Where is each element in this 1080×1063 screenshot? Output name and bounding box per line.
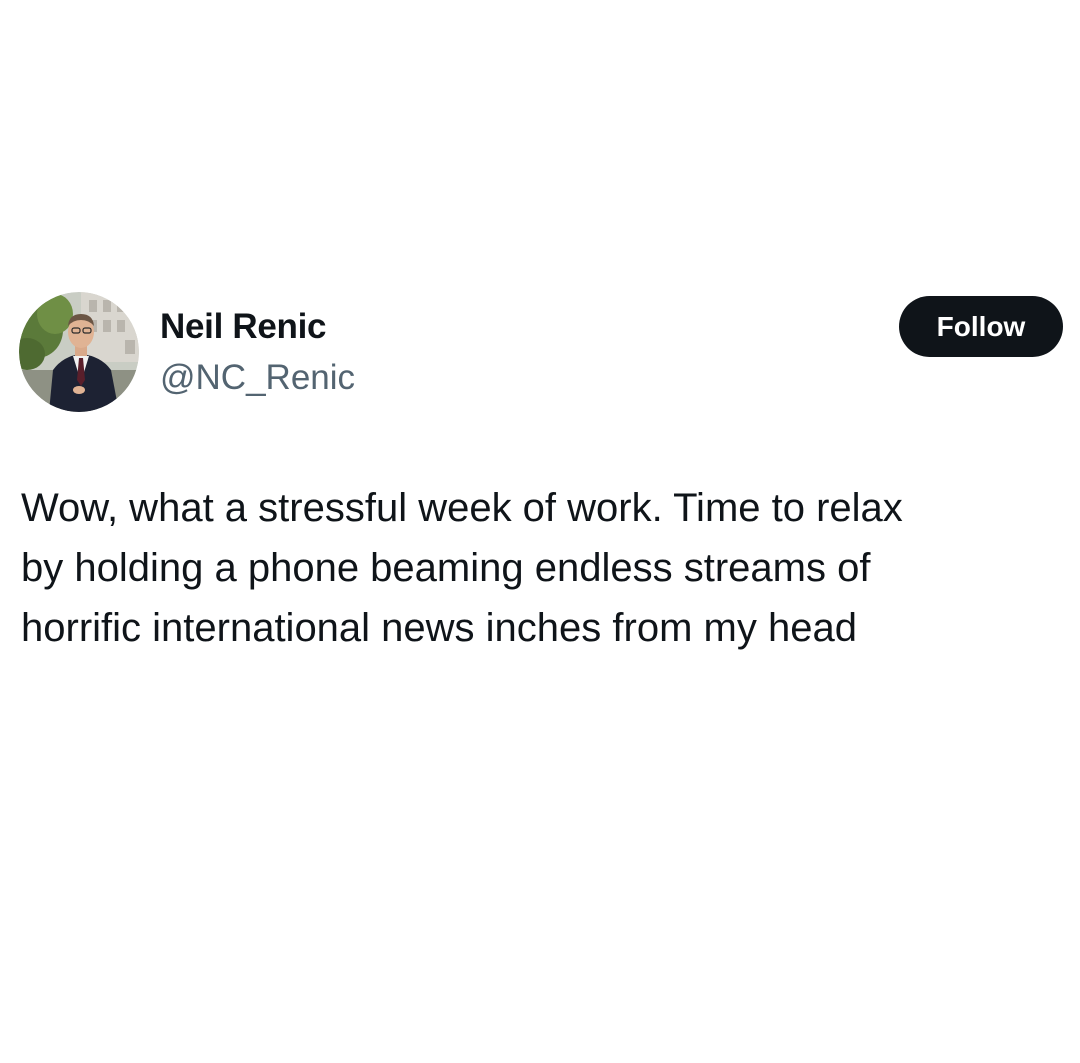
- avatar-photo: [19, 292, 139, 412]
- author-display-name[interactable]: Neil Renic: [160, 306, 327, 348]
- author-handle[interactable]: @NC_Renic: [160, 357, 355, 399]
- tweet-text-line: by holding a phone beaming endless strea…: [21, 546, 871, 590]
- follow-button[interactable]: Follow: [899, 296, 1063, 357]
- tweet-text-line: horrific international news inches from …: [21, 606, 857, 650]
- tweet-text-line: Wow, what a stressful week of work. Time…: [21, 486, 903, 530]
- avatar[interactable]: [19, 292, 139, 412]
- tweet-text: Wow, what a stressful week of work. Time…: [21, 478, 1061, 658]
- tweet-card: Neil Renic @NC_Renic Follow Wow, what a …: [0, 0, 1080, 1063]
